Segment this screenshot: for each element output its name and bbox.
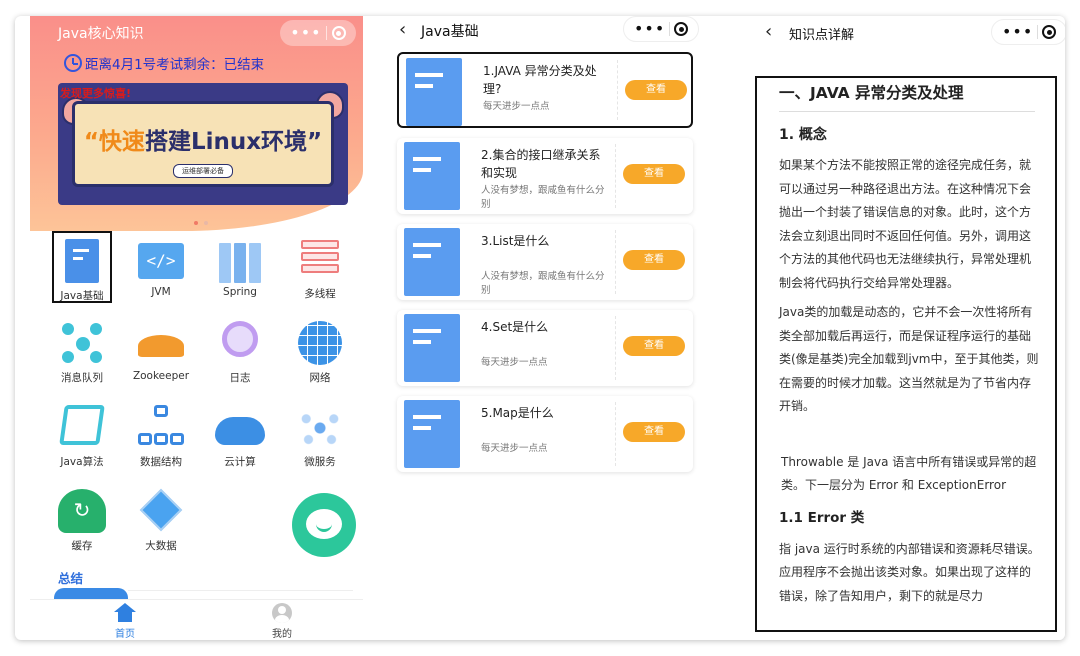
cloud-icon: [215, 417, 265, 445]
topic-subtitle: 人没有梦想，跟咸鱼有什么分别: [481, 271, 605, 296]
document-icon: [404, 142, 460, 210]
category-logging[interactable]: 日志: [210, 315, 270, 387]
more-icon[interactable]: •••: [290, 25, 321, 41]
document-icon: [406, 58, 462, 126]
article-content[interactable]: 一、JAVA 异常分类及处理 1. 概念 如果某个方法不能按照正常的途径完成任务…: [755, 76, 1057, 632]
exam-countdown: 距离4月1号考试剩余：已结束: [64, 53, 264, 73]
bottom-tab-bar: 首页 我的: [30, 599, 363, 640]
zookeeper-icon: [138, 335, 184, 357]
category-java-algorithms[interactable]: Java算法: [52, 399, 112, 471]
banner-subtitle: 运维部署必备: [173, 164, 233, 178]
promo-banner[interactable]: “快速搭建Linux环境” 运维部署必备 发现更多惊喜!: [58, 83, 348, 205]
topic-title: 3.List是什么: [481, 234, 550, 248]
close-target-icon[interactable]: [331, 26, 346, 40]
tree-structure-icon: [138, 405, 184, 451]
home-screen: Java核心知识 ••• 距离4月1号考试剩余：已结束 “快速搭建Linux环境…: [30, 16, 363, 640]
view-button[interactable]: 查看: [623, 422, 685, 442]
category-zookeeper[interactable]: Zookeeper: [131, 315, 191, 387]
chevron-left-icon[interactable]: ‹: [765, 21, 772, 42]
more-icon[interactable]: •••: [1002, 24, 1033, 40]
topic-card[interactable]: 5.Map是什么 每天进步一点点 查看: [397, 396, 693, 472]
cube-icon: [139, 488, 183, 532]
page-title: 知识点详解: [789, 28, 855, 43]
category-message-queue[interactable]: 消息队列: [52, 315, 112, 387]
miniprogram-capsule: •••: [280, 20, 356, 46]
detail-screen: ‹ 知识点详解 ••• 一、JAVA 异常分类及处理 1. 概念 如果某个方法不…: [753, 16, 1065, 640]
topic-title: 4.Set是什么: [481, 320, 549, 334]
layers-icon: [297, 237, 343, 283]
chat-button[interactable]: [292, 493, 356, 557]
page-title: Java核心知识: [58, 26, 144, 42]
article-paragraph: 指 java 运行时系统的内部错误和资源耗尽错误。应用程序不会抛出该类对象。如果…: [779, 541, 1040, 603]
search-icon: [222, 321, 258, 357]
document-icon: [404, 400, 460, 468]
miniprogram-capsule: •••: [623, 16, 699, 42]
section-heading: 1. 概念: [779, 127, 827, 143]
summary-heading: 总结: [58, 571, 84, 586]
category-cloud-computing[interactable]: 云计算: [210, 399, 270, 471]
globe-icon: [298, 321, 342, 365]
cache-icon: [58, 489, 106, 533]
view-button[interactable]: 查看: [623, 250, 685, 270]
category-java-basics[interactable]: Java基础: [52, 231, 112, 303]
topic-subtitle: 人没有梦想，跟咸鱼有什么分别: [481, 185, 605, 210]
algorithm-icon: [59, 405, 105, 445]
books-icon: [217, 237, 263, 283]
topic-subtitle: 每天进步一点点: [481, 357, 548, 368]
article-paragraph: Java类的加载是动态的，它并不会一次性将所有类全部加载后再运行，而是保证程序运…: [779, 305, 1039, 413]
topic-title: 2.集合的接口继承关系和实现: [481, 148, 601, 180]
topic-title: 5.Map是什么: [481, 406, 554, 420]
view-button[interactable]: 查看: [623, 336, 685, 356]
close-target-icon[interactable]: [674, 22, 689, 36]
category-spring[interactable]: Spring: [210, 231, 270, 303]
article-heading: 一、JAVA 异常分类及处理: [779, 81, 1035, 112]
topic-list-screen: ‹ Java基础 ••• 1.JAVA 异常分类及处理? 每天进步一点点 查看 …: [385, 16, 707, 640]
banner-panel: “快速搭建Linux环境” 运维部署必备: [72, 101, 334, 187]
close-target-icon[interactable]: [1042, 25, 1057, 39]
topic-card[interactable]: 1.JAVA 异常分类及处理? 每天进步一点点 查看: [397, 52, 693, 128]
home-icon: [114, 603, 136, 623]
view-button[interactable]: 查看: [625, 80, 687, 100]
chevron-left-icon[interactable]: ‹: [399, 19, 406, 40]
countdown-text: 距离4月1号考试剩余：已结束: [85, 57, 265, 73]
category-jvm[interactable]: </> JVM: [131, 231, 191, 303]
category-microservices[interactable]: 微服务: [290, 399, 350, 471]
banner-headline: “快速搭建Linux环境”: [83, 129, 323, 155]
category-big-data[interactable]: 大数据: [131, 483, 191, 555]
banner-tag: 发现更多惊喜!: [60, 87, 132, 100]
topic-subtitle: 每天进步一点点: [483, 101, 550, 112]
user-icon: [272, 603, 292, 623]
tab-me[interactable]: 我的: [242, 603, 322, 640]
document-icon: [65, 239, 99, 283]
section-heading: 1.1 Error 类: [779, 509, 865, 526]
carousel-indicator: [194, 221, 208, 225]
document-icon: [404, 314, 460, 382]
topic-card[interactable]: 4.Set是什么 每天进步一点点 查看: [397, 310, 693, 386]
screenshot-frame: Java核心知识 ••• 距离4月1号考试剩余：已结束 “快速搭建Linux环境…: [15, 16, 1065, 640]
topic-card[interactable]: 2.集合的接口继承关系和实现 人没有梦想，跟咸鱼有什么分别 查看: [397, 138, 693, 214]
chat-bubble-icon: [306, 509, 342, 539]
category-multithreading[interactable]: 多线程: [290, 231, 350, 303]
page-title: Java基础: [421, 24, 479, 40]
miniprogram-capsule: •••: [991, 19, 1065, 45]
article-paragraph: Throwable 是 Java 语言中所有错误或异常的超类。下一层分为 Err…: [781, 454, 1037, 493]
network-nodes-icon: [58, 319, 106, 367]
alarm-clock-icon: [64, 54, 82, 72]
view-button[interactable]: 查看: [623, 164, 685, 184]
microservice-icon: [297, 405, 343, 451]
tab-home[interactable]: 首页: [85, 603, 165, 640]
topic-card[interactable]: 3.List是什么 人没有梦想，跟咸鱼有什么分别 查看: [397, 224, 693, 300]
topic-subtitle: 每天进步一点点: [481, 443, 548, 454]
article-paragraph: 如果某个方法不能按照正常的途径完成任务，就可以通过另一种路径退出方法。在这种情况…: [779, 158, 1032, 290]
category-network[interactable]: 网络: [290, 315, 350, 387]
topic-title: 1.JAVA 异常分类及处理?: [483, 64, 597, 96]
category-cache[interactable]: 缓存: [52, 483, 112, 555]
more-icon[interactable]: •••: [634, 21, 665, 37]
category-data-structures[interactable]: 数据结构: [131, 399, 191, 471]
document-icon: [404, 228, 460, 296]
code-window-icon: </>: [138, 243, 184, 279]
